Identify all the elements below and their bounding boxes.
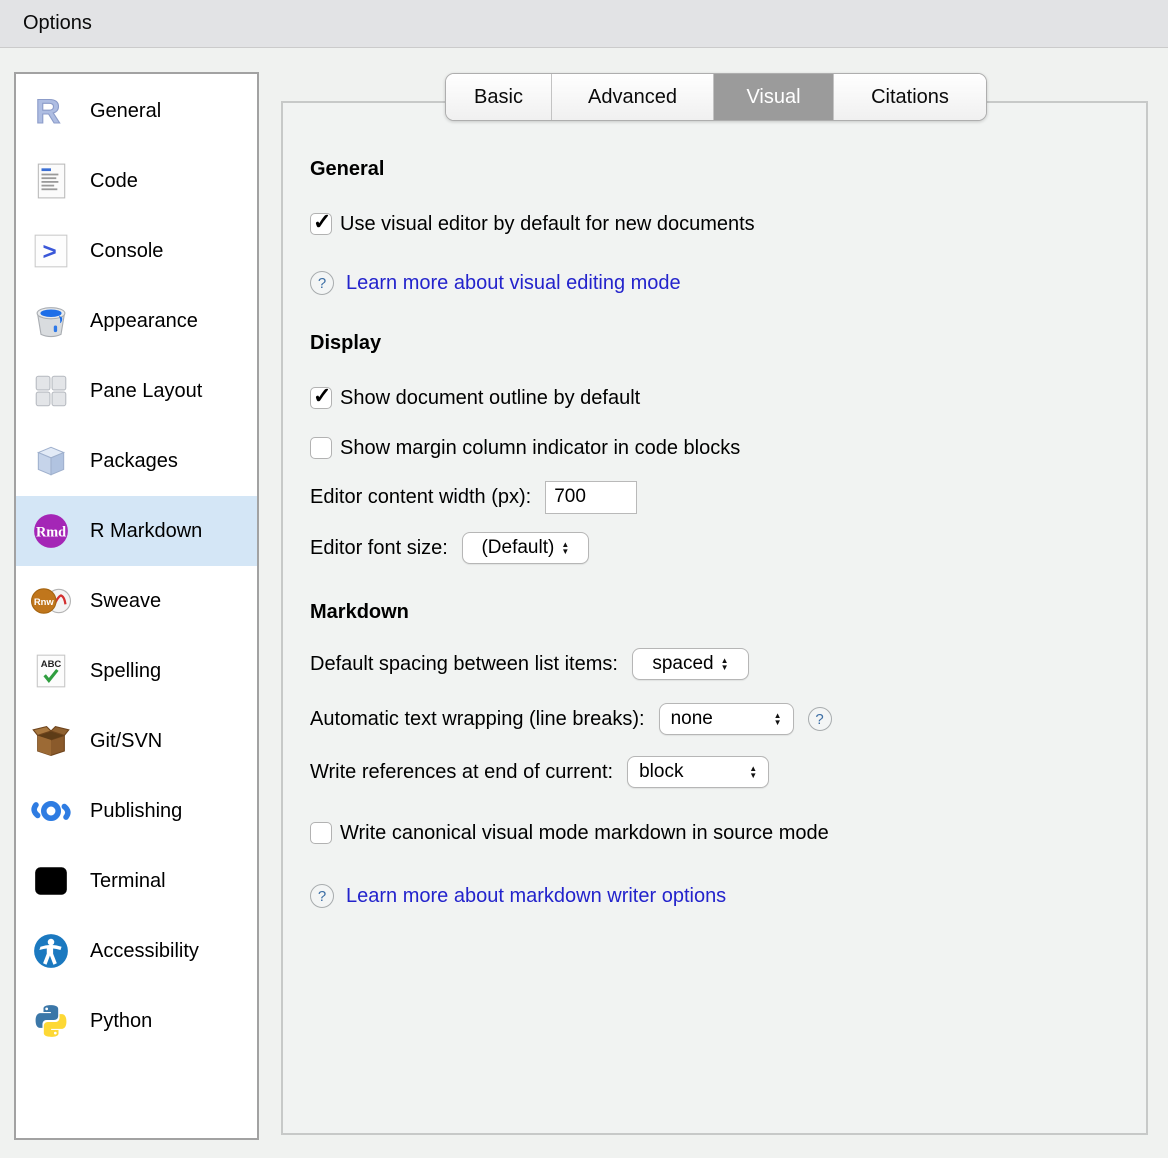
- sidebar-item-pane-layout[interactable]: Pane Layout: [16, 356, 257, 426]
- checkmark-icon: ✓: [313, 209, 331, 235]
- list-spacing-select[interactable]: spaced ▲▼: [632, 648, 749, 680]
- row-list-spacing: Default spacing between list items: spac…: [310, 648, 749, 680]
- show-margin-label: Show margin column indicator in code blo…: [340, 437, 740, 460]
- visual-editing-learn-more-link[interactable]: Learn more about visual editing mode: [346, 272, 681, 295]
- markdown-writer-learn-more-link[interactable]: Learn more about markdown writer options: [346, 885, 726, 908]
- sidebar-item-sweave[interactable]: Rnw Sweave: [16, 566, 257, 636]
- section-heading-display: Display: [310, 327, 381, 359]
- publish-connect-icon: [31, 791, 71, 831]
- help-icon[interactable]: ?: [808, 707, 832, 731]
- show-outline-checkbox[interactable]: ✓: [310, 387, 332, 409]
- write-canonical-label: Write canonical visual mode markdown in …: [340, 822, 829, 845]
- row-show-outline: ✓ Show document outline by default: [310, 382, 640, 414]
- row-use-visual-editor: ✓ Use visual editor by default for new d…: [310, 208, 755, 240]
- sidebar-item-general[interactable]: R General: [16, 76, 257, 146]
- select-arrows-icon: ▲▼: [721, 657, 729, 671]
- sidebar-item-python[interactable]: Python: [16, 986, 257, 1056]
- content-width-label: Editor content width (px):: [310, 486, 531, 509]
- code-document-icon: [31, 161, 71, 201]
- sidebar-item-label: Python: [90, 1010, 152, 1033]
- pane-grid-icon: [31, 371, 71, 411]
- sidebar-item-label: Publishing: [90, 800, 182, 823]
- sidebar-item-appearance[interactable]: Appearance: [16, 286, 257, 356]
- row-markdown-writer-help: ? Learn more about markdown writer optio…: [310, 880, 726, 912]
- accessibility-person-icon: [31, 931, 71, 971]
- row-font-size: Editor font size: (Default) ▲▼: [310, 532, 589, 564]
- write-canonical-checkbox[interactable]: ✓: [310, 822, 332, 844]
- section-heading-markdown: Markdown: [310, 596, 409, 628]
- console-prompt-icon: >: [31, 231, 71, 271]
- use-visual-editor-checkbox[interactable]: ✓: [310, 213, 332, 235]
- window-title: Options: [23, 12, 92, 35]
- svg-text:ABC: ABC: [41, 659, 62, 670]
- list-spacing-label: Default spacing between list items:: [310, 653, 618, 676]
- rmarkdown-badge-icon: Rmd: [31, 511, 71, 551]
- checkmark-icon: ✓: [313, 383, 331, 409]
- section-heading-general: General: [310, 153, 384, 185]
- sidebar-item-label: Git/SVN: [90, 730, 162, 753]
- abc-checkmark-icon: ABC: [31, 651, 71, 691]
- settings-tabbar: Basic Advanced Visual Citations: [445, 73, 987, 121]
- svg-text:Rmd: Rmd: [36, 524, 66, 540]
- sidebar-item-label: Console: [90, 240, 163, 263]
- sidebar-item-console[interactable]: > Console: [16, 216, 257, 286]
- sidebar-item-publishing[interactable]: Publishing: [16, 776, 257, 846]
- row-visual-editing-help: ? Learn more about visual editing mode: [310, 267, 681, 299]
- sweave-rnw-pdf-icon: Rnw: [31, 581, 71, 621]
- cardboard-box-icon: [31, 721, 71, 761]
- svg-text:>: >: [43, 238, 57, 265]
- sidebar-item-label: Sweave: [90, 590, 161, 613]
- select-arrows-icon: ▲▼: [749, 765, 757, 779]
- row-write-canonical: ✓ Write canonical visual mode markdown i…: [310, 817, 829, 849]
- sidebar-item-packages[interactable]: Packages: [16, 426, 257, 496]
- terminal-window-icon: [31, 861, 71, 901]
- use-visual-editor-label: Use visual editor by default for new doc…: [340, 213, 755, 236]
- sidebar-item-accessibility[interactable]: Accessibility: [16, 916, 257, 986]
- sidebar-item-label: Spelling: [90, 660, 161, 683]
- sidebar-item-label: Appearance: [90, 310, 198, 333]
- sidebar-item-label: Packages: [90, 450, 178, 473]
- window-titlebar: Options: [0, 0, 1168, 48]
- sidebar-item-label: Code: [90, 170, 138, 193]
- sidebar-item-label: R Markdown: [90, 520, 202, 543]
- python-logo-icon: [31, 1001, 71, 1041]
- sidebar-item-label: General: [90, 100, 161, 123]
- tab-citations[interactable]: Citations: [834, 74, 986, 120]
- sidebar-item-r-markdown[interactable]: Rmd R Markdown: [16, 496, 257, 566]
- text-wrapping-select[interactable]: none ▲▼: [659, 703, 794, 735]
- package-cube-icon: [31, 441, 71, 481]
- references-label: Write references at end of current:: [310, 761, 613, 784]
- paint-bucket-icon: [31, 301, 71, 341]
- row-content-width: Editor content width (px):: [310, 481, 637, 513]
- sidebar-item-spelling[interactable]: ABC Spelling: [16, 636, 257, 706]
- select-arrows-icon: ▲▼: [774, 712, 782, 726]
- tab-advanced[interactable]: Advanced: [552, 74, 714, 120]
- row-references: Write references at end of current: bloc…: [310, 756, 769, 788]
- sidebar-item-git-svn[interactable]: Git/SVN: [16, 706, 257, 776]
- text-wrapping-label: Automatic text wrapping (line breaks):: [310, 708, 645, 731]
- content-width-input[interactable]: [545, 481, 637, 514]
- options-category-sidebar: R General Code > Console Appearance Pane…: [14, 72, 259, 1140]
- svg-text:R: R: [35, 93, 60, 131]
- sidebar-item-terminal[interactable]: Terminal: [16, 846, 257, 916]
- references-select[interactable]: block ▲▼: [627, 756, 769, 788]
- sidebar-item-label: Terminal: [90, 870, 166, 893]
- font-size-label: Editor font size:: [310, 537, 448, 560]
- sidebar-item-code[interactable]: Code: [16, 146, 257, 216]
- row-text-wrapping: Automatic text wrapping (line breaks): n…: [310, 703, 832, 735]
- help-icon[interactable]: ?: [310, 884, 334, 908]
- help-icon[interactable]: ?: [310, 271, 334, 295]
- sidebar-item-label: Pane Layout: [90, 380, 202, 403]
- svg-text:Rnw: Rnw: [34, 597, 55, 608]
- select-arrows-icon: ▲▼: [561, 541, 569, 555]
- show-margin-checkbox[interactable]: ✓: [310, 437, 332, 459]
- r-logo-icon: R: [31, 91, 71, 131]
- sidebar-item-label: Accessibility: [90, 940, 199, 963]
- tab-basic[interactable]: Basic: [446, 74, 552, 120]
- font-size-select[interactable]: (Default) ▲▼: [462, 532, 589, 564]
- show-outline-label: Show document outline by default: [340, 387, 640, 410]
- visual-settings-panel: General ✓ Use visual editor by default f…: [281, 101, 1148, 1135]
- tab-visual[interactable]: Visual: [714, 74, 834, 120]
- row-show-margin: ✓ Show margin column indicator in code b…: [310, 432, 740, 464]
